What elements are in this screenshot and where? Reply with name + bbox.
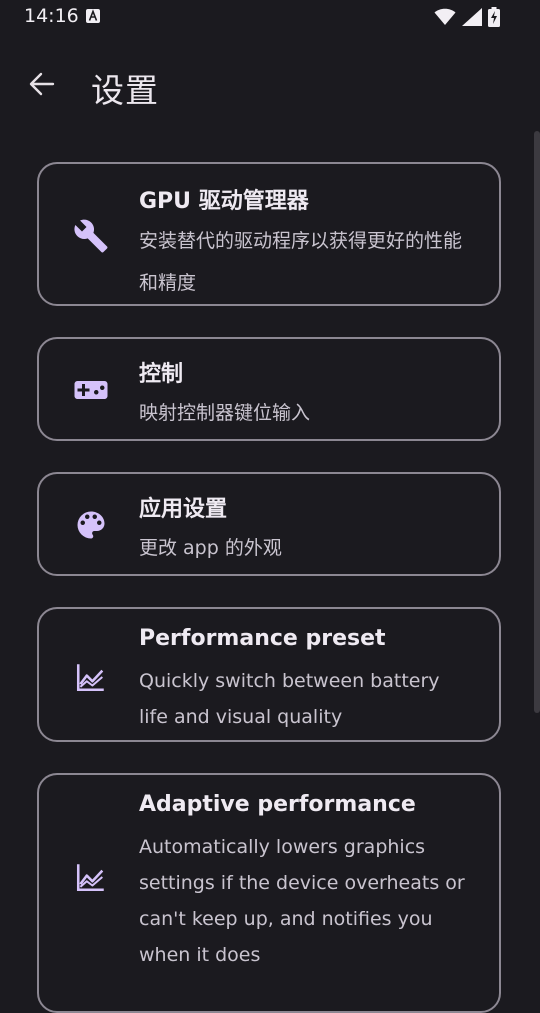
notification-a-icon: [86, 9, 100, 23]
cellular-signal-icon: [462, 8, 482, 26]
app-bar: 设置: [0, 34, 540, 134]
card-title: 控制: [139, 362, 184, 387]
status-bar: 14:16: [0, 0, 540, 34]
status-icons: [434, 7, 500, 27]
card-description: Quickly switch between battery life and …: [139, 670, 440, 728]
card-description: 更改 app 的外观: [139, 537, 282, 559]
card-title: Performance preset: [139, 626, 386, 651]
gamepad-icon: [73, 372, 109, 408]
card-description: 安装替代的驱动程序以获得更好的性能和精度: [139, 230, 463, 294]
card-description: Automatically lowers graphics settings i…: [139, 836, 465, 966]
wifi-icon: [434, 8, 456, 25]
card-title: 应用设置: [139, 497, 228, 522]
performance-preset-card[interactable]: Performance preset Quickly switch betwee…: [37, 607, 501, 742]
controls-card[interactable]: 控制 映射控制器键位输入: [37, 337, 501, 441]
card-title: Adaptive performance: [139, 792, 416, 817]
palette-icon: [73, 507, 109, 543]
arrow-back-icon: [29, 72, 55, 96]
app-settings-card[interactable]: 应用设置 更改 app 的外观: [37, 472, 501, 576]
card-description: 映射控制器键位输入: [139, 402, 311, 424]
back-button[interactable]: [18, 60, 66, 108]
card-title: GPU 驱动管理器: [139, 189, 309, 214]
chart-line-icon: [73, 659, 109, 695]
scrollbar[interactable]: [534, 131, 540, 713]
wrench-icon: [73, 218, 109, 254]
status-time: 14:16: [24, 5, 79, 27]
adaptive-performance-card[interactable]: Adaptive performance Automatically lower…: [37, 773, 501, 1013]
page-title: 设置: [91, 71, 159, 110]
battery-charging-icon: [488, 7, 500, 27]
gpu-driver-manager-card[interactable]: GPU 驱动管理器 安装替代的驱动程序以获得更好的性能和精度: [37, 162, 501, 306]
chart-line-icon: [73, 859, 109, 895]
